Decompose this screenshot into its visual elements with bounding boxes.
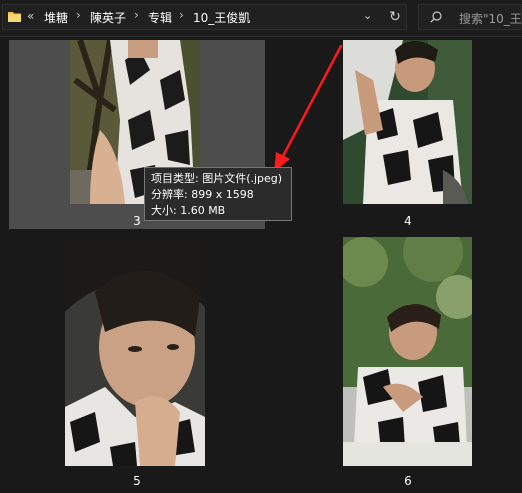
breadcrumb-item-album[interactable]: 专辑 bbox=[148, 9, 172, 26]
file-tile-4[interactable]: 4 bbox=[280, 40, 522, 229]
file-tile-5[interactable]: 5 bbox=[9, 234, 265, 488]
search-input[interactable]: 搜索"10_王俊 bbox=[418, 4, 522, 30]
search-icon bbox=[430, 11, 442, 23]
breadcrumb-item-duitang[interactable]: 堆糖 bbox=[44, 9, 68, 26]
file-name: 6 bbox=[404, 474, 412, 488]
chevron-right-icon[interactable]: › bbox=[179, 8, 184, 22]
breadcrumb-overflow-chevrons[interactable]: « bbox=[27, 9, 34, 23]
breadcrumb-item-chenyingzi[interactable]: 陳英子 bbox=[90, 9, 126, 26]
refresh-icon[interactable]: ↻ bbox=[384, 6, 406, 28]
breadcrumb[interactable]: « 堆糖 › 陳英子 › 专辑 › 10_王俊凱 ⌄ ↻ bbox=[2, 4, 407, 30]
folder-icon bbox=[8, 12, 21, 22]
chevron-right-icon[interactable]: › bbox=[76, 8, 81, 22]
chevron-down-icon[interactable]: ⌄ bbox=[363, 9, 372, 22]
tooltip-file-size: 大小: 1.60 MB bbox=[151, 204, 226, 217]
file-tile-6[interactable]: 6 bbox=[280, 234, 522, 488]
image-thumbnail bbox=[343, 40, 472, 204]
chevron-right-icon[interactable]: › bbox=[134, 8, 139, 22]
file-info-tooltip: 项目类型: 图片文件(.jpeg) 分辨率: 899 x 1598 大小: 1.… bbox=[144, 167, 292, 221]
tooltip-resolution: 分辨率: 899 x 1598 bbox=[151, 188, 254, 201]
breadcrumb-item-current-folder[interactable]: 10_王俊凱 bbox=[193, 9, 250, 26]
tooltip-item-type: 项目类型: 图片文件(.jpeg) bbox=[151, 172, 283, 185]
file-name: 4 bbox=[404, 214, 412, 228]
image-thumbnail bbox=[65, 237, 205, 466]
photo-4 bbox=[343, 40, 472, 204]
photo-5 bbox=[65, 237, 205, 466]
photo-6 bbox=[343, 237, 472, 466]
file-explorer-window: « 堆糖 › 陳英子 › 专辑 › 10_王俊凱 ⌄ ↻ 搜索"10_王俊 bbox=[0, 0, 522, 493]
file-grid: 3 4 5 6 bbox=[0, 37, 522, 493]
image-thumbnail bbox=[343, 237, 472, 466]
search-placeholder: 搜索"10_王俊 bbox=[459, 12, 522, 26]
file-name: 5 bbox=[133, 474, 141, 488]
address-bar: « 堆糖 › 陳英子 › 专辑 › 10_王俊凱 ⌄ ↻ 搜索"10_王俊 bbox=[0, 0, 522, 37]
